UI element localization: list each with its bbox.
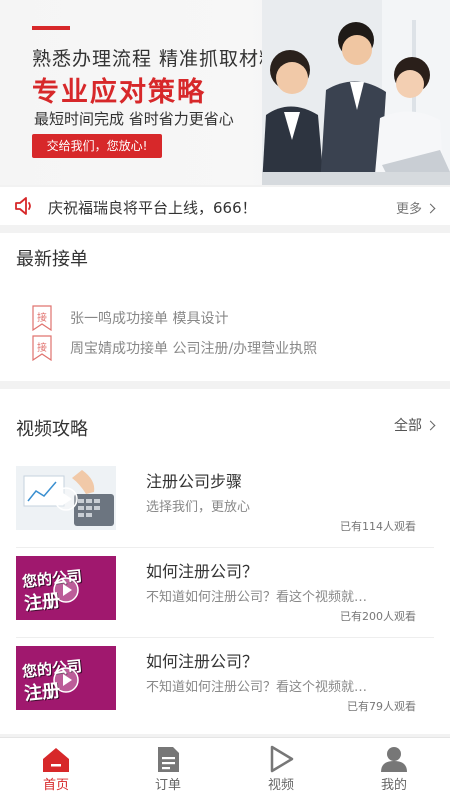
video-title: 如何注册公司？ bbox=[146, 652, 259, 671]
video-title: 如何注册公司？ bbox=[146, 562, 259, 581]
bottom-tab-bar: 首页 订单 视频 我的 bbox=[0, 737, 450, 800]
order-text: 张一鸣成功接单 模具设计 bbox=[70, 311, 229, 327]
view-all-label: 全部 bbox=[394, 418, 422, 434]
tab-home[interactable]: 首页 bbox=[16, 738, 96, 800]
banner-subline: 最短时间完成 省时省力更省心 bbox=[34, 110, 234, 128]
business-people-photo bbox=[262, 0, 450, 185]
banner-headline: 熟悉办理流程 精准抓取材料 bbox=[32, 48, 280, 70]
video-view-count: 已有79人观看 bbox=[347, 700, 416, 713]
video-description: 不知道如何注册公司？看这个视频就… bbox=[146, 590, 368, 605]
home-icon bbox=[43, 748, 69, 772]
view-all-link[interactable]: 全部 bbox=[394, 415, 436, 435]
chevron-right-icon bbox=[425, 420, 436, 431]
user-icon bbox=[381, 747, 407, 772]
tab-label: 订单 bbox=[154, 778, 181, 793]
order-text: 周宝婧成功接单 公司注册/办理营业执照 bbox=[70, 341, 318, 357]
banner-cta-button[interactable]: 交给我们，您放心! bbox=[32, 134, 162, 158]
video-item[interactable]: 您的公司 注册 如何注册公司？ 不知道如何注册公司？看这个视频就… 已有200人… bbox=[16, 556, 434, 638]
video-view-count: 已有200人观看 bbox=[340, 610, 416, 623]
latest-orders-section: 最新接单 接 张一鸣成功接单 模具设计 接 周宝婧成功接单 公司注册/办理营业执… bbox=[0, 233, 450, 381]
promo-banner[interactable]: 熟悉办理流程 精准抓取材料 专业应对策略 最短时间完成 省时省力更省心 交给我们… bbox=[0, 0, 450, 185]
tab-label: 我的 bbox=[380, 778, 407, 793]
more-label: 更多 bbox=[395, 202, 422, 217]
section-title-latest-orders: 最新接单 bbox=[16, 249, 88, 270]
announcement-text: 庆祝福瑞良将平台上线，666！ bbox=[48, 199, 257, 217]
play-icon bbox=[53, 577, 79, 603]
order-icon bbox=[158, 747, 179, 772]
video-thumbnail bbox=[16, 466, 116, 530]
video-description: 不知道如何注册公司？看这个视频就… bbox=[146, 680, 368, 695]
video-item[interactable]: 注册公司步骤 选择我们，更放心 已有114人观看 bbox=[16, 466, 434, 548]
tab-orders[interactable]: 订单 bbox=[128, 738, 208, 800]
video-thumbnail: 您的公司 注册 bbox=[16, 556, 116, 620]
video-title: 注册公司步骤 bbox=[146, 472, 243, 491]
order-tag-icon bbox=[32, 335, 52, 361]
video-item[interactable]: 您的公司 注册 如何注册公司？ 不知道如何注册公司？看这个视频就… 已有79人观… bbox=[16, 646, 434, 728]
video-guides-section: 视频攻略 全部 注册公司步骤 选择我们，更放心 已有114人观看 您的公司 注册… bbox=[0, 389, 450, 734]
banner-accent-bar bbox=[32, 26, 70, 30]
video-description: 选择我们，更放心 bbox=[146, 500, 251, 515]
more-link[interactable]: 更多 bbox=[395, 198, 436, 217]
chevron-right-icon bbox=[425, 203, 436, 214]
tab-profile[interactable]: 我的 bbox=[354, 738, 434, 800]
tab-label: 视频 bbox=[267, 778, 294, 793]
video-view-count: 已有114人观看 bbox=[340, 520, 416, 533]
play-icon bbox=[53, 667, 79, 693]
video-thumbnail: 您的公司 注册 bbox=[16, 646, 116, 710]
video-icon bbox=[270, 745, 294, 773]
section-title-video-guides: 视频攻略 bbox=[16, 419, 88, 440]
tab-videos[interactable]: 视频 bbox=[241, 738, 321, 800]
tab-label: 首页 bbox=[42, 778, 69, 793]
order-tag-icon bbox=[32, 305, 52, 331]
announcement-bar[interactable]: 庆祝福瑞良将平台上线，666！ 更多 bbox=[0, 187, 450, 225]
banner-slogan: 专业应对策略 bbox=[32, 77, 206, 108]
speaker-icon bbox=[15, 197, 31, 215]
